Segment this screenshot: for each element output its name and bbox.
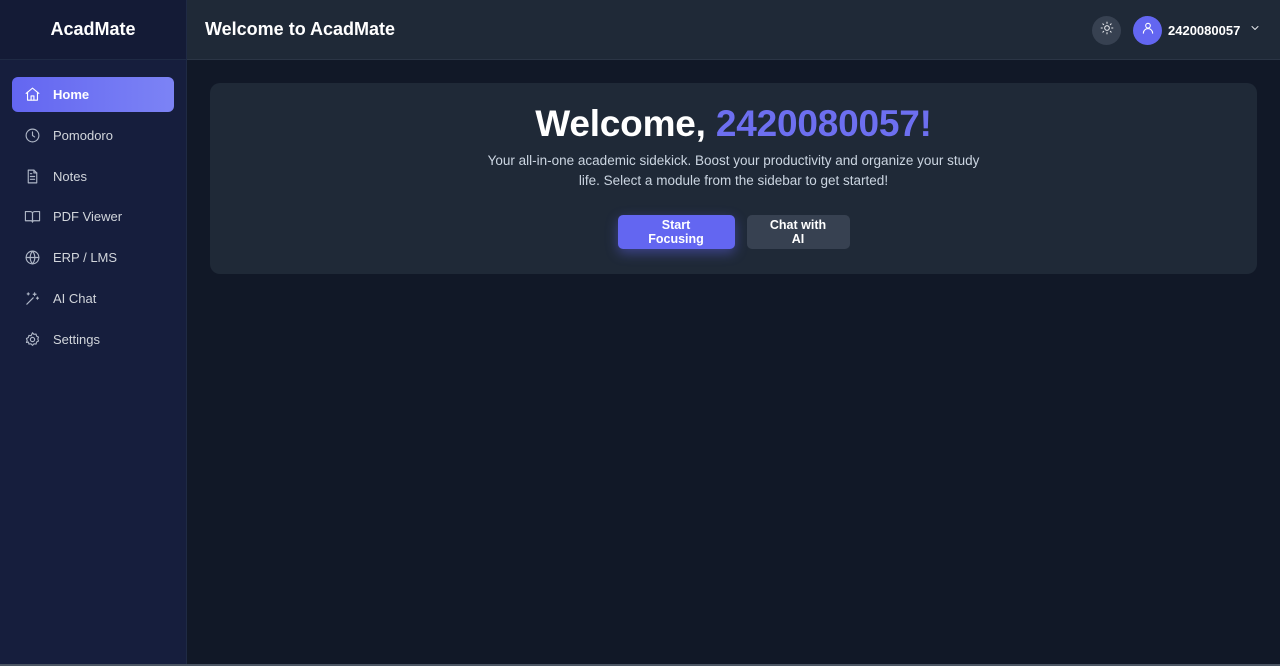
page-title: Welcome to AcadMate	[205, 19, 396, 39]
sidebar-item-pdf-viewer[interactable]: PDF Viewer	[12, 199, 174, 234]
book-open-icon	[24, 208, 41, 225]
welcome-prefix: Welcome,	[535, 103, 716, 144]
sun-icon	[1100, 21, 1114, 40]
sidebar: AcadMate Home Pomodoro Notes PDF Viewer …	[0, 0, 187, 666]
sidebar-item-notes[interactable]: Notes	[12, 159, 174, 194]
sidebar-item-label: PDF Viewer	[53, 209, 123, 225]
home-icon	[24, 86, 41, 103]
gear-icon	[24, 331, 41, 348]
welcome-card: Welcome, 2420080057! Your all-in-one aca…	[210, 83, 1257, 274]
welcome-description: Your all-in-one academic sidekick. Boost…	[487, 153, 980, 188]
welcome-heading: Welcome, 2420080057!	[535, 103, 932, 145]
sidebar-item-ai-chat[interactable]: AI Chat	[12, 281, 174, 316]
main-content: Welcome, 2420080057! Your all-in-one aca…	[187, 60, 1280, 666]
chevron-down-icon	[1249, 21, 1261, 39]
user-icon	[1141, 21, 1155, 40]
brand-logo[interactable]: AcadMate	[0, 0, 186, 60]
welcome-username: 2420080057!	[715, 103, 932, 144]
user-menu[interactable]: 2420080057	[1133, 15, 1261, 45]
sidebar-item-label: ERP / LMS	[53, 250, 118, 266]
app-window: AcadMate Home Pomodoro Notes PDF Viewer …	[0, 0, 1280, 666]
clock-icon	[24, 127, 41, 144]
sidebar-item-settings[interactable]: Settings	[12, 322, 174, 357]
top-header: Welcome to AcadMate 2420080057	[187, 0, 1280, 60]
sidebar-item-erp-lms[interactable]: ERP / LMS	[12, 240, 174, 275]
file-text-icon	[24, 168, 41, 185]
start-focusing-button[interactable]: Start Focusing	[617, 215, 735, 249]
sidebar-nav: Home Pomodoro Notes PDF Viewer ERP / LMS…	[0, 60, 186, 357]
sidebar-item-pomodoro[interactable]: Pomodoro	[12, 118, 174, 153]
sidebar-item-label: AI Chat	[53, 290, 97, 306]
sidebar-item-home[interactable]: Home	[12, 77, 174, 112]
sidebar-item-label: Home	[53, 87, 90, 102]
globe-icon	[24, 249, 41, 266]
username-label: 2420080057	[1168, 22, 1241, 38]
theme-toggle-button[interactable]	[1092, 16, 1121, 45]
sparkles-icon	[24, 290, 41, 307]
chat-with-ai-button[interactable]: Chat with AI	[746, 215, 850, 249]
avatar	[1133, 15, 1162, 45]
sidebar-item-label: Pomodoro	[53, 127, 113, 143]
sidebar-item-label: Settings	[53, 331, 100, 347]
welcome-actions: Start Focusing Chat with AI	[617, 215, 850, 249]
sidebar-item-label: Notes	[53, 168, 87, 184]
